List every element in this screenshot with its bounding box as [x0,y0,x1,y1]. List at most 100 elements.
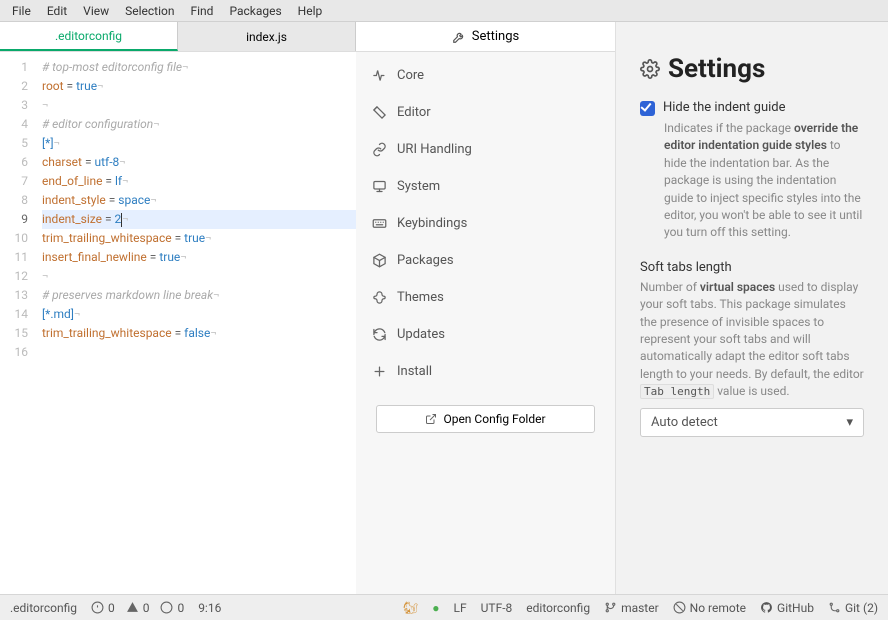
soft-tabs-label: Soft tabs length [640,260,864,275]
gutter: 12345678910111213141516 [0,52,36,594]
status-git[interactable]: Git (2) [828,601,878,615]
hide-indent-desc: Indicates if the package override the ed… [640,120,864,242]
code-line[interactable]: root = true¬ [42,77,356,96]
status-filename[interactable]: .editorconfig [10,601,77,615]
settings-pane: Settings Core Editor URI Handling System Key… [356,22,888,594]
settings-nav: Settings Core Editor URI Handling System Key… [356,22,616,594]
tab-editorconfig[interactable]: .editorconfig [0,22,178,51]
git-icon [828,601,841,614]
settings-header: Settings [640,54,864,84]
menu-file[interactable]: File [4,2,39,20]
status-dot[interactable]: ● [432,601,439,615]
menu-view[interactable]: View [75,2,117,20]
status-encoding[interactable]: UTF-8 [481,601,513,615]
editor-icon [372,105,387,120]
github-icon [760,601,773,614]
editor-body[interactable]: 12345678910111213141516 # top-most edito… [0,52,356,594]
nav-label: Editor [397,105,431,120]
soft-tabs-select[interactable]: Auto detect ▾ [640,408,864,437]
uri handling-icon [372,142,387,157]
select-value: Auto detect [651,415,718,430]
system-icon [372,179,387,194]
code-line[interactable]: indent_size = 2¬ [42,210,356,229]
code-line[interactable]: charset = utf-8¬ [42,153,356,172]
nav-keybindings[interactable]: Keybindings [372,216,599,231]
editor-tabs: .editorconfig index.js [0,22,356,52]
code-line[interactable]: insert_final_newline = true¬ [42,248,356,267]
menubar: FileEditViewSelectionFindPackagesHelp [0,0,888,22]
core-icon [372,68,387,83]
code-line[interactable]: trim_trailing_whitespace = true¬ [42,229,356,248]
status-grammar[interactable]: editorconfig [526,601,590,615]
status-cursor[interactable]: 9:16 [198,601,221,615]
code-line[interactable]: [*]¬ [42,134,356,153]
nav-core[interactable]: Core [372,68,599,83]
nav-system[interactable]: System [372,179,599,194]
nav-label: Core [397,68,424,83]
open-config-folder-button[interactable]: Open Config Folder [376,405,595,433]
external-icon [425,413,437,425]
nav-label: Updates [397,327,445,342]
gear-icon [640,59,660,79]
menu-selection[interactable]: Selection [117,2,182,20]
install-icon [372,364,387,379]
code-line[interactable]: ¬ [42,267,356,286]
nav-label: System [397,179,440,194]
status-remote[interactable]: No remote [673,601,746,615]
setting-soft-tabs: Soft tabs length Number of virtual space… [640,260,864,438]
code-line[interactable] [42,343,356,362]
info2-icon [160,601,173,614]
hide-indent-checkbox[interactable] [640,101,655,116]
settings-title: Settings [668,54,765,84]
code-line[interactable]: indent_style = space¬ [42,191,356,210]
code-line[interactable]: ¬ [42,96,356,115]
warn-icon [126,601,139,614]
nav-label: Keybindings [397,216,467,231]
menu-help[interactable]: Help [290,2,331,20]
code-line[interactable]: # top-most editorconfig file¬ [42,58,356,77]
code-line[interactable]: [*.md]¬ [42,305,356,324]
menu-packages[interactable]: Packages [221,2,289,20]
nav-updates[interactable]: Updates [372,327,599,342]
nav-install[interactable]: Install [372,364,599,379]
packages-icon [372,253,387,268]
status-github[interactable]: GitHub [760,601,814,615]
code-line[interactable]: # editor configuration¬ [42,115,356,134]
tab-settings[interactable]: Settings [356,22,615,52]
nav-uri-handling[interactable]: URI Handling [372,142,599,157]
menu-find[interactable]: Find [183,2,222,20]
code-line[interactable]: end_of_line = lf¬ [42,172,356,191]
nav-themes[interactable]: Themes [372,290,599,305]
statusbar: .editorconfig 0 0 0 9:16 🐿 ● LF UTF-8 ed… [0,594,888,620]
no-remote-icon [673,601,686,614]
info-icon [91,601,104,614]
code-area[interactable]: # top-most editorconfig file¬root = true… [36,52,356,594]
branch-icon [604,601,617,614]
nav-editor[interactable]: Editor [372,105,599,120]
themes-icon [372,290,387,305]
chevron-down-icon: ▾ [846,415,853,430]
updates-icon [372,327,387,342]
menu-edit[interactable]: Edit [39,2,75,20]
settings-content: Settings Hide the indent guide Indicates… [616,22,888,594]
nav-label: Packages [397,253,454,268]
status-diagnostics[interactable]: 0 0 0 [91,601,184,615]
setting-hide-indent: Hide the indent guide Indicates if the p… [640,100,864,242]
open-config-label: Open Config Folder [443,412,545,426]
wrench-icon [452,30,466,44]
keybindings-icon [372,216,387,231]
soft-tabs-desc: Number of virtual spaces used to display… [640,279,864,401]
editor-pane: .editorconfig index.js 12345678910111213… [0,22,356,594]
hide-indent-label: Hide the indent guide [663,100,786,115]
status-branch[interactable]: master [604,601,659,615]
tab-indexjs[interactable]: index.js [178,22,356,51]
status-squirrel-icon[interactable]: 🐿 [403,601,418,615]
nav-label: Themes [397,290,444,305]
settings-tab-label: Settings [472,29,519,44]
code-line[interactable]: # preserves markdown line break¬ [42,286,356,305]
status-line-ending[interactable]: LF [454,601,467,615]
nav-label: Install [397,364,432,379]
nav-label: URI Handling [397,142,472,157]
nav-packages[interactable]: Packages [372,253,599,268]
code-line[interactable]: trim_trailing_whitespace = false¬ [42,324,356,343]
